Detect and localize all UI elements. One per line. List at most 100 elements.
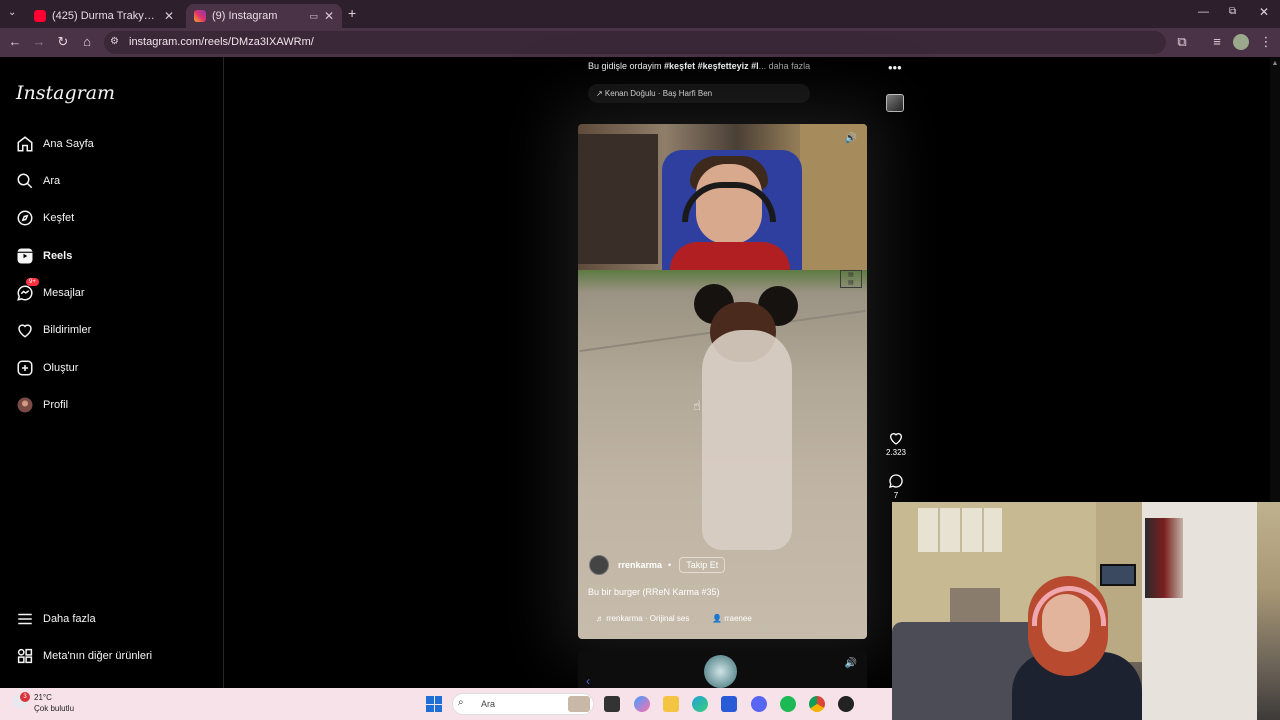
sidebar-item-create[interactable]: Oluştur: [16, 357, 78, 379]
tagged-user[interactable]: 👤 rraenee: [712, 614, 752, 623]
avatar-icon: [17, 397, 33, 413]
back-icon[interactable]: ←: [7, 34, 23, 50]
obs-icon[interactable]: [838, 696, 854, 712]
heart-icon: [889, 433, 903, 445]
sidebar-item-label: Daha fazla: [43, 613, 96, 625]
search-icon: ⌕: [458, 697, 464, 708]
instagram-logo[interactable]: Instagram: [16, 82, 115, 104]
sidebar-item-messages[interactable]: 9+ Mesajlar: [16, 278, 85, 304]
notification-badge: 9+: [26, 278, 39, 286]
sidebar-item-reels[interactable]: Reels: [16, 245, 72, 267]
search-icon: [17, 173, 33, 189]
sidebar-item-label: Bildirimler: [43, 324, 92, 336]
red-shirt: [670, 242, 790, 270]
like-button[interactable]: 2.323: [884, 430, 908, 457]
weather-temperature[interactable]: 21°C: [34, 693, 52, 702]
home-button-icon[interactable]: ⌂: [79, 34, 95, 50]
sidebar-item-more[interactable]: Daha fazla: [16, 608, 96, 630]
watermark-logo: ▤ ▤: [840, 270, 862, 288]
next-reel-thumbnail: [704, 655, 737, 688]
sidebar-item-label: Keşfet: [43, 212, 75, 224]
sidebar-item-explore[interactable]: Keşfet: [16, 207, 74, 229]
follow-button[interactable]: Takip Et: [679, 557, 726, 573]
messenger-icon: [17, 285, 33, 301]
tab-list-chevron-icon[interactable]: ⌄: [8, 7, 16, 18]
previous-reel-caption[interactable]: Bu gidişle ordayim #keşfet #keşfetteyiz …: [588, 61, 810, 71]
windows-start-icon[interactable]: [426, 696, 442, 712]
caption-hashtags[interactable]: #keşfet #keşfetteyiz #l: [664, 61, 759, 71]
forward-icon[interactable]: →: [31, 34, 47, 50]
heart-icon: [18, 324, 32, 338]
media-control-icon[interactable]: ≡: [1209, 34, 1225, 50]
wall-photos: [918, 508, 1002, 552]
copilot-icon[interactable]: [634, 696, 650, 712]
menu-kebab-icon[interactable]: ⋮: [1258, 34, 1274, 50]
edge-icon[interactable]: [692, 696, 708, 712]
comment-icon: [889, 474, 903, 488]
extensions-icon[interactable]: ⧉: [1174, 34, 1190, 50]
reels-icon: [17, 248, 33, 264]
file-explorer-icon[interactable]: [663, 696, 679, 712]
author-username[interactable]: rrenkarma: [618, 560, 662, 570]
cursor-icon: ☝: [693, 398, 701, 413]
sidebar-item-notifications[interactable]: Bildirimler: [16, 319, 91, 341]
person-icon: 👤: [712, 614, 725, 623]
music-pill[interactable]: ↗ Kenan Doğulu · Baş Harfi Ben: [588, 84, 810, 103]
chrome-icon[interactable]: [809, 696, 825, 712]
youtube-icon: [34, 10, 46, 22]
audio-thumbnail[interactable]: [886, 94, 904, 112]
more-options-icon[interactable]: •••: [888, 60, 902, 75]
site-info-icon[interactable]: ⚙: [110, 36, 119, 47]
comment-button[interactable]: 7: [884, 473, 908, 500]
tab-media-icon[interactable]: ▭: [309, 11, 318, 22]
search-highlight-icon: [568, 696, 590, 712]
reel-caption[interactable]: Bu bir burger (RReN Karma #35): [588, 587, 720, 597]
pillow: [950, 588, 1000, 622]
hanging-clothes: [1145, 518, 1183, 598]
sidebar-item-home[interactable]: Ana Sayfa: [16, 133, 94, 155]
instagram-icon: [194, 10, 206, 22]
sidebar-item-label: Meta'nın diğer ürünleri: [43, 650, 153, 662]
profile-avatar-icon[interactable]: [1233, 34, 1249, 50]
discord-icon[interactable]: [751, 696, 767, 712]
close-tab-icon[interactable]: ✕: [164, 9, 174, 23]
sidebar-item-search[interactable]: Ara: [16, 170, 60, 192]
tab-title: (9) Instagram: [212, 10, 278, 22]
sidebar-item-meta[interactable]: Meta'nın diğer ürünleri: [16, 645, 152, 667]
tab-title: (425) Durma Trakya Festivali #: [52, 10, 158, 22]
sidebar-item-profile[interactable]: Profil: [16, 394, 68, 416]
new-tab-icon[interactable]: +: [348, 5, 356, 21]
sidebar-item-label: Oluştur: [43, 362, 79, 374]
meta-apps-icon: [17, 648, 33, 664]
caption-more-link[interactable]: ... daha fazla: [759, 61, 811, 71]
tab-youtube[interactable]: (425) Durma Trakya Festivali # ✕: [26, 4, 182, 28]
volume-icon[interactable]: 🔊: [843, 658, 859, 674]
weather-description[interactable]: Çok bulutlu: [34, 704, 74, 713]
reel-audio-link[interactable]: ♬ rrenkarma · Orijinal ses: [596, 614, 689, 623]
volume-icon[interactable]: 🔊: [843, 133, 859, 149]
sidebar-item-label: Reels: [43, 250, 73, 262]
scroll-up-arrow-icon[interactable]: ▲: [1271, 60, 1279, 68]
close-tab-icon[interactable]: ✕: [324, 9, 334, 23]
task-view-icon[interactable]: [604, 696, 620, 712]
store-icon[interactable]: [721, 696, 737, 712]
comment-count: 7: [893, 491, 899, 500]
restore-icon[interactable]: ⧉: [1229, 6, 1236, 17]
chevron-left-icon[interactable]: ‹: [586, 674, 590, 688]
spotify-icon[interactable]: [780, 696, 796, 712]
webcam-overlay: [892, 502, 1280, 720]
author-avatar[interactable]: [589, 555, 609, 575]
plus-square-icon: [17, 360, 33, 376]
tab-instagram[interactable]: (9) Instagram ▭ ✕: [186, 4, 342, 28]
close-window-icon[interactable]: ✕: [1259, 5, 1269, 19]
minimize-icon[interactable]: —: [1198, 6, 1209, 18]
separator-dot: •: [668, 560, 672, 570]
sidebar-item-label: Profil: [43, 399, 69, 411]
reel-author-row: rrenkarma • Takip Et: [589, 555, 726, 575]
monitor: [1100, 564, 1136, 586]
compass-icon: [17, 210, 33, 226]
weather-alert-badge: 3: [20, 692, 30, 702]
video-top-frame: [578, 124, 867, 270]
reload-icon[interactable]: ↻: [55, 34, 71, 50]
like-count: 2.323: [885, 448, 907, 457]
